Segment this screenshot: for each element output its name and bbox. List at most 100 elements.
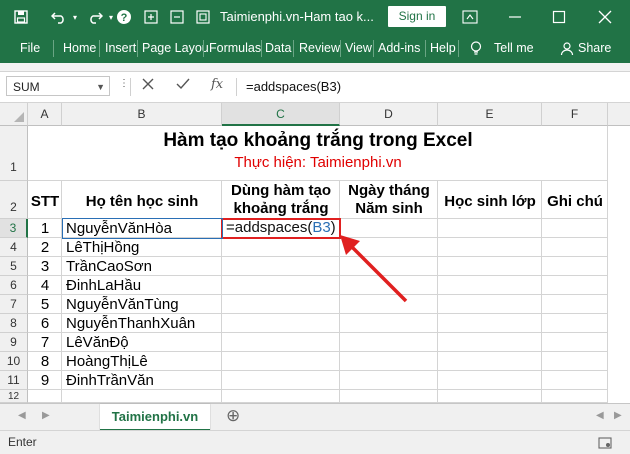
- header-dob-line2: Năm sinh: [355, 200, 423, 217]
- sheet-subtitle: Thực hiện: Taimienphi.vn: [234, 154, 402, 171]
- ribbon-display-options-icon[interactable]: [458, 0, 482, 34]
- more-options-icon[interactable]: ⋮: [119, 78, 130, 89]
- table-cell[interactable]: [438, 314, 542, 333]
- add-sheet-icon[interactable]: ⊕: [226, 406, 240, 426]
- tab-page-layout[interactable]: Page Layou: [142, 34, 209, 63]
- column-header-a[interactable]: A: [28, 103, 62, 126]
- table-cell[interactable]: [542, 238, 608, 257]
- column-header-e[interactable]: E: [438, 103, 542, 126]
- column-header-d[interactable]: D: [340, 103, 438, 126]
- table-cell[interactable]: [438, 333, 542, 352]
- table-cell[interactable]: [542, 295, 608, 314]
- table-cell[interactable]: [438, 219, 542, 238]
- tell-me-search[interactable]: Tell me: [494, 34, 534, 63]
- window-maximize-button[interactable]: [544, 0, 574, 34]
- row-header-2[interactable]: 2: [0, 181, 28, 219]
- minimize-icon[interactable]: [166, 0, 188, 34]
- table-cell[interactable]: [340, 314, 438, 333]
- table-cell[interactable]: [438, 371, 542, 390]
- row-header-7[interactable]: 7: [0, 295, 28, 314]
- table-cell[interactable]: [340, 333, 438, 352]
- column-header-b[interactable]: B: [62, 103, 222, 126]
- undo-icon[interactable]: [48, 0, 70, 34]
- maximize-icon[interactable]: [192, 0, 214, 34]
- tab-help[interactable]: Help: [430, 34, 456, 63]
- student-name: TrầnCaoSơn: [66, 258, 152, 275]
- table-cell[interactable]: [542, 219, 608, 238]
- tab-data[interactable]: Data: [265, 34, 291, 63]
- tab-review[interactable]: Review: [299, 34, 340, 63]
- header-function-line1: Dùng hàm tạo: [231, 182, 331, 199]
- table-cell[interactable]: [438, 352, 542, 371]
- save-icon[interactable]: [10, 0, 32, 34]
- column-header-c[interactable]: C: [222, 103, 340, 126]
- scroll-right-icon[interactable]: ▶: [42, 410, 50, 421]
- table-cell[interactable]: [340, 352, 438, 371]
- cancel-icon[interactable]: [142, 77, 154, 93]
- table-cell[interactable]: [542, 390, 608, 403]
- row-header-9[interactable]: 9: [0, 333, 28, 352]
- table-cell[interactable]: [438, 238, 542, 257]
- table-cell[interactable]: [340, 390, 438, 403]
- lightbulb-icon[interactable]: [470, 34, 482, 63]
- formula-input[interactable]: =addspaces(B3): [246, 72, 341, 102]
- share-button[interactable]: Share: [578, 34, 611, 63]
- select-all-corner[interactable]: [0, 103, 28, 126]
- window-minimize-button[interactable]: [500, 0, 530, 34]
- table-cell[interactable]: [222, 333, 340, 352]
- row-header-11[interactable]: 11: [0, 371, 28, 390]
- row-header-1[interactable]: 1: [0, 126, 28, 181]
- table-cell[interactable]: [542, 333, 608, 352]
- restore-icon[interactable]: [140, 0, 162, 34]
- table-cell[interactable]: [340, 371, 438, 390]
- window-close-button[interactable]: [590, 0, 620, 34]
- sheet-tab-taimienphi[interactable]: Taimienphi.vn: [100, 404, 210, 432]
- column-header-f[interactable]: F: [542, 103, 608, 126]
- row-header-5[interactable]: 5: [0, 257, 28, 276]
- row-header-10[interactable]: 10: [0, 352, 28, 371]
- tab-view[interactable]: View: [345, 34, 372, 63]
- row-header-4[interactable]: 4: [0, 238, 28, 257]
- table-cell[interactable]: [222, 390, 340, 403]
- name-box[interactable]: SUM ▼: [6, 76, 110, 96]
- tab-home[interactable]: Home: [63, 34, 96, 63]
- student-name: NguyễnThanhXuân: [66, 315, 196, 332]
- tab-file[interactable]: File: [20, 34, 40, 63]
- enter-check-icon[interactable]: [176, 77, 190, 93]
- table-cell[interactable]: [28, 390, 62, 403]
- row-header-8[interactable]: 8: [0, 314, 28, 333]
- insert-function-icon[interactable]: fx: [211, 77, 223, 92]
- help-icon[interactable]: ?: [113, 0, 135, 34]
- table-cell[interactable]: [542, 276, 608, 295]
- undo-dropdown-icon[interactable]: ▾: [70, 0, 80, 34]
- table-cell[interactable]: [542, 371, 608, 390]
- table-cell[interactable]: [438, 390, 542, 403]
- table-cell[interactable]: [542, 314, 608, 333]
- table-cell[interactable]: [222, 371, 340, 390]
- share-icon[interactable]: [560, 34, 574, 63]
- header-note: Ghi chú: [547, 193, 603, 210]
- chevron-down-icon[interactable]: ▼: [96, 77, 105, 97]
- tab-separator: [425, 40, 426, 57]
- table-cell[interactable]: [438, 295, 542, 314]
- hscroll-left-icon[interactable]: ◀: [596, 410, 604, 421]
- record-macro-icon[interactable]: [598, 431, 612, 453]
- table-cell[interactable]: [438, 257, 542, 276]
- hscroll-right-icon[interactable]: ▶: [614, 410, 622, 421]
- tab-formulas[interactable]: Formulas: [209, 34, 261, 63]
- tab-insert[interactable]: Insert: [105, 34, 136, 63]
- scroll-left-icon[interactable]: ◀: [18, 410, 26, 421]
- table-cell[interactable]: [438, 276, 542, 295]
- row-header-6[interactable]: 6: [0, 276, 28, 295]
- header-stt: STT: [30, 193, 60, 210]
- tab-add-ins[interactable]: Add-ins: [378, 34, 420, 63]
- table-cell[interactable]: [222, 352, 340, 371]
- table-cell[interactable]: [542, 352, 608, 371]
- row-header-3[interactable]: 3: [0, 219, 28, 238]
- redo-icon[interactable]: [84, 0, 106, 34]
- table-cell[interactable]: [542, 257, 608, 276]
- row-header-12[interactable]: 12: [0, 390, 28, 403]
- sign-in-button[interactable]: Sign in: [388, 6, 446, 27]
- table-cell[interactable]: [62, 390, 222, 403]
- table-cell[interactable]: [222, 314, 340, 333]
